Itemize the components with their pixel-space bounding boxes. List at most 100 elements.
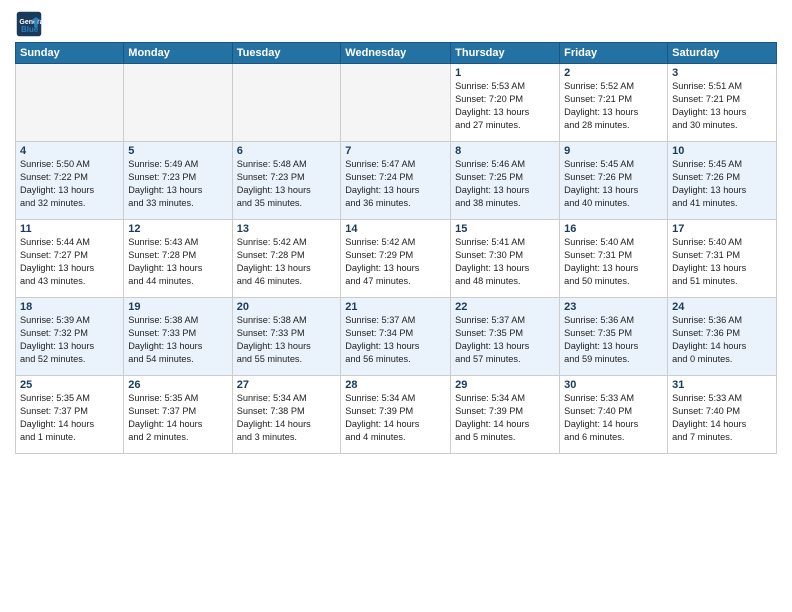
day-detail: Sunrise: 5:33 AM Sunset: 7:40 PM Dayligh… (564, 392, 663, 444)
day-number: 12 (128, 223, 227, 235)
day-number: 26 (128, 379, 227, 391)
day-detail: Sunrise: 5:38 AM Sunset: 7:33 PM Dayligh… (128, 314, 227, 366)
weekday-header-row: SundayMondayTuesdayWednesdayThursdayFrid… (16, 43, 777, 64)
day-detail: Sunrise: 5:37 AM Sunset: 7:34 PM Dayligh… (345, 314, 446, 366)
day-number: 18 (20, 301, 119, 313)
calendar-cell: 17Sunrise: 5:40 AM Sunset: 7:31 PM Dayli… (668, 220, 777, 298)
calendar-cell: 8Sunrise: 5:46 AM Sunset: 7:25 PM Daylig… (451, 142, 560, 220)
logo-icon: General Blue (15, 10, 43, 38)
calendar-cell: 24Sunrise: 5:36 AM Sunset: 7:36 PM Dayli… (668, 298, 777, 376)
calendar-table: SundayMondayTuesdayWednesdayThursdayFrid… (15, 42, 777, 454)
day-number: 24 (672, 301, 772, 313)
calendar-cell: 30Sunrise: 5:33 AM Sunset: 7:40 PM Dayli… (560, 376, 668, 454)
day-detail: Sunrise: 5:42 AM Sunset: 7:28 PM Dayligh… (237, 236, 337, 288)
calendar-cell: 31Sunrise: 5:33 AM Sunset: 7:40 PM Dayli… (668, 376, 777, 454)
calendar-cell: 14Sunrise: 5:42 AM Sunset: 7:29 PM Dayli… (341, 220, 451, 298)
day-number: 28 (345, 379, 446, 391)
week-row-2: 4Sunrise: 5:50 AM Sunset: 7:22 PM Daylig… (16, 142, 777, 220)
day-number: 4 (20, 145, 119, 157)
calendar-cell: 28Sunrise: 5:34 AM Sunset: 7:39 PM Dayli… (341, 376, 451, 454)
calendar-cell: 2Sunrise: 5:52 AM Sunset: 7:21 PM Daylig… (560, 64, 668, 142)
weekday-header-tuesday: Tuesday (232, 43, 341, 64)
day-number: 30 (564, 379, 663, 391)
day-detail: Sunrise: 5:33 AM Sunset: 7:40 PM Dayligh… (672, 392, 772, 444)
calendar-cell: 18Sunrise: 5:39 AM Sunset: 7:32 PM Dayli… (16, 298, 124, 376)
day-detail: Sunrise: 5:34 AM Sunset: 7:38 PM Dayligh… (237, 392, 337, 444)
calendar-cell: 27Sunrise: 5:34 AM Sunset: 7:38 PM Dayli… (232, 376, 341, 454)
calendar-cell: 15Sunrise: 5:41 AM Sunset: 7:30 PM Dayli… (451, 220, 560, 298)
day-number: 7 (345, 145, 446, 157)
day-number: 29 (455, 379, 555, 391)
day-detail: Sunrise: 5:45 AM Sunset: 7:26 PM Dayligh… (672, 158, 772, 210)
week-row-3: 11Sunrise: 5:44 AM Sunset: 7:27 PM Dayli… (16, 220, 777, 298)
calendar-cell: 6Sunrise: 5:48 AM Sunset: 7:23 PM Daylig… (232, 142, 341, 220)
calendar-cell: 25Sunrise: 5:35 AM Sunset: 7:37 PM Dayli… (16, 376, 124, 454)
week-row-5: 25Sunrise: 5:35 AM Sunset: 7:37 PM Dayli… (16, 376, 777, 454)
day-detail: Sunrise: 5:35 AM Sunset: 7:37 PM Dayligh… (20, 392, 119, 444)
day-number: 1 (455, 67, 555, 79)
week-row-4: 18Sunrise: 5:39 AM Sunset: 7:32 PM Dayli… (16, 298, 777, 376)
week-row-1: 1Sunrise: 5:53 AM Sunset: 7:20 PM Daylig… (16, 64, 777, 142)
day-detail: Sunrise: 5:45 AM Sunset: 7:26 PM Dayligh… (564, 158, 663, 210)
day-detail: Sunrise: 5:52 AM Sunset: 7:21 PM Dayligh… (564, 80, 663, 132)
calendar-cell (124, 64, 232, 142)
calendar-cell: 23Sunrise: 5:36 AM Sunset: 7:35 PM Dayli… (560, 298, 668, 376)
calendar-cell: 22Sunrise: 5:37 AM Sunset: 7:35 PM Dayli… (451, 298, 560, 376)
day-detail: Sunrise: 5:34 AM Sunset: 7:39 PM Dayligh… (455, 392, 555, 444)
weekday-header-sunday: Sunday (16, 43, 124, 64)
day-detail: Sunrise: 5:42 AM Sunset: 7:29 PM Dayligh… (345, 236, 446, 288)
day-number: 16 (564, 223, 663, 235)
calendar-cell: 19Sunrise: 5:38 AM Sunset: 7:33 PM Dayli… (124, 298, 232, 376)
day-number: 6 (237, 145, 337, 157)
day-number: 10 (672, 145, 772, 157)
day-number: 8 (455, 145, 555, 157)
calendar-cell: 29Sunrise: 5:34 AM Sunset: 7:39 PM Dayli… (451, 376, 560, 454)
day-detail: Sunrise: 5:39 AM Sunset: 7:32 PM Dayligh… (20, 314, 119, 366)
day-detail: Sunrise: 5:34 AM Sunset: 7:39 PM Dayligh… (345, 392, 446, 444)
calendar-container: General Blue SundayMondayTuesdayWednesda… (0, 0, 792, 464)
day-number: 22 (455, 301, 555, 313)
day-number: 11 (20, 223, 119, 235)
day-detail: Sunrise: 5:37 AM Sunset: 7:35 PM Dayligh… (455, 314, 555, 366)
day-number: 25 (20, 379, 119, 391)
calendar-cell: 11Sunrise: 5:44 AM Sunset: 7:27 PM Dayli… (16, 220, 124, 298)
calendar-cell: 1Sunrise: 5:53 AM Sunset: 7:20 PM Daylig… (451, 64, 560, 142)
day-detail: Sunrise: 5:51 AM Sunset: 7:21 PM Dayligh… (672, 80, 772, 132)
calendar-cell (232, 64, 341, 142)
day-detail: Sunrise: 5:40 AM Sunset: 7:31 PM Dayligh… (564, 236, 663, 288)
day-number: 19 (128, 301, 227, 313)
day-detail: Sunrise: 5:46 AM Sunset: 7:25 PM Dayligh… (455, 158, 555, 210)
day-detail: Sunrise: 5:53 AM Sunset: 7:20 PM Dayligh… (455, 80, 555, 132)
calendar-cell (16, 64, 124, 142)
calendar-cell: 21Sunrise: 5:37 AM Sunset: 7:34 PM Dayli… (341, 298, 451, 376)
calendar-cell: 4Sunrise: 5:50 AM Sunset: 7:22 PM Daylig… (16, 142, 124, 220)
calendar-cell: 20Sunrise: 5:38 AM Sunset: 7:33 PM Dayli… (232, 298, 341, 376)
day-number: 2 (564, 67, 663, 79)
day-detail: Sunrise: 5:50 AM Sunset: 7:22 PM Dayligh… (20, 158, 119, 210)
day-number: 14 (345, 223, 446, 235)
calendar-cell: 10Sunrise: 5:45 AM Sunset: 7:26 PM Dayli… (668, 142, 777, 220)
calendar-cell (341, 64, 451, 142)
day-detail: Sunrise: 5:47 AM Sunset: 7:24 PM Dayligh… (345, 158, 446, 210)
day-number: 27 (237, 379, 337, 391)
day-number: 31 (672, 379, 772, 391)
day-detail: Sunrise: 5:36 AM Sunset: 7:36 PM Dayligh… (672, 314, 772, 366)
day-detail: Sunrise: 5:41 AM Sunset: 7:30 PM Dayligh… (455, 236, 555, 288)
day-detail: Sunrise: 5:38 AM Sunset: 7:33 PM Dayligh… (237, 314, 337, 366)
calendar-cell: 3Sunrise: 5:51 AM Sunset: 7:21 PM Daylig… (668, 64, 777, 142)
day-detail: Sunrise: 5:43 AM Sunset: 7:28 PM Dayligh… (128, 236, 227, 288)
day-detail: Sunrise: 5:35 AM Sunset: 7:37 PM Dayligh… (128, 392, 227, 444)
weekday-header-saturday: Saturday (668, 43, 777, 64)
day-detail: Sunrise: 5:49 AM Sunset: 7:23 PM Dayligh… (128, 158, 227, 210)
weekday-header-thursday: Thursday (451, 43, 560, 64)
day-detail: Sunrise: 5:40 AM Sunset: 7:31 PM Dayligh… (672, 236, 772, 288)
header-row: General Blue (15, 10, 777, 38)
calendar-cell: 7Sunrise: 5:47 AM Sunset: 7:24 PM Daylig… (341, 142, 451, 220)
day-number: 9 (564, 145, 663, 157)
calendar-cell: 13Sunrise: 5:42 AM Sunset: 7:28 PM Dayli… (232, 220, 341, 298)
calendar-cell: 12Sunrise: 5:43 AM Sunset: 7:28 PM Dayli… (124, 220, 232, 298)
day-detail: Sunrise: 5:44 AM Sunset: 7:27 PM Dayligh… (20, 236, 119, 288)
calendar-cell: 9Sunrise: 5:45 AM Sunset: 7:26 PM Daylig… (560, 142, 668, 220)
weekday-header-friday: Friday (560, 43, 668, 64)
day-number: 13 (237, 223, 337, 235)
